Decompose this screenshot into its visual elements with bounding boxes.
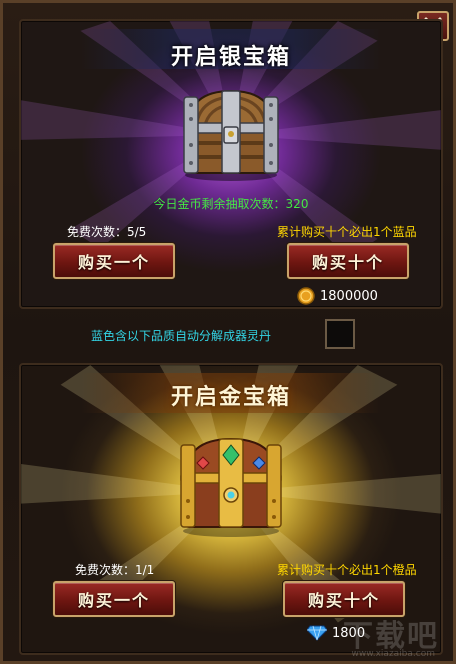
gold-coin-icon bbox=[297, 287, 315, 305]
silver-price-value: 1800000 bbox=[320, 288, 378, 304]
silver-chest-image bbox=[183, 89, 279, 181]
diamond-icon bbox=[307, 625, 327, 641]
silver-buy-one-button[interactable]: 购买一个 bbox=[53, 243, 175, 279]
silver-buy-ten-button[interactable]: 购买十个 bbox=[287, 243, 409, 279]
chest-dialog: 开启银宝箱 今日金币剩余抽取次数：320 免费次数：5/5 累计购买十个必出1个… bbox=[0, 0, 456, 664]
silver-bonus-hint: 累计购买十个必出1个蓝品 bbox=[277, 225, 417, 239]
auto-decompose-label: 蓝色含以下品质自动分解成器灵丹 bbox=[91, 329, 272, 343]
watermark-url: www.xiazaiba.com bbox=[351, 649, 435, 659]
auto-decompose-checkbox[interactable] bbox=[325, 319, 355, 349]
silver-chest-title: 开启银宝箱 bbox=[170, 45, 291, 70]
silver-chest-panel: 开启银宝箱 今日金币剩余抽取次数：320 免费次数：5/5 累计购买十个必出1个… bbox=[19, 19, 443, 309]
gold-chest-image bbox=[180, 437, 282, 537]
gold-free-count: 免费次数：1/1 bbox=[75, 563, 155, 577]
silver-price: 1800000 bbox=[297, 287, 378, 305]
gold-chest-title: 开启金宝箱 bbox=[170, 385, 291, 410]
auto-decompose-row: 蓝色含以下品质自动分解成器灵丹 bbox=[3, 319, 453, 351]
gold-buy-one-button[interactable]: 购买一个 bbox=[53, 581, 175, 617]
silver-free-count: 免费次数：5/5 bbox=[67, 225, 147, 239]
gold-bonus-hint: 累计购买十个必出1个橙品 bbox=[277, 563, 417, 577]
daily-coin-draws-label: 今日金币剩余抽取次数：320 bbox=[153, 197, 309, 211]
